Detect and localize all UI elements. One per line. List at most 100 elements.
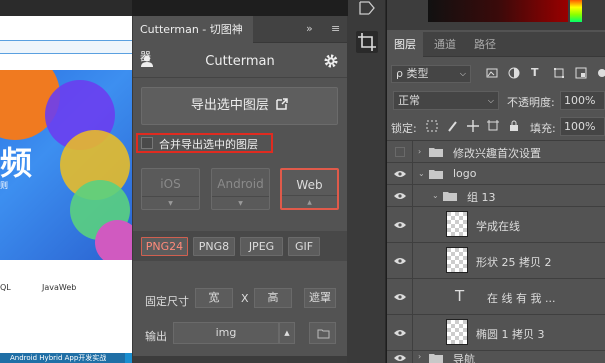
lock-brush-icon[interactable] <box>447 120 459 132</box>
layer-row[interactable]: T 在 线 有 我 ... <box>387 279 605 315</box>
clip-button[interactable]: 遮罩 <box>304 288 336 308</box>
folder-icon[interactable] <box>309 322 336 344</box>
color-field[interactable] <box>428 0 568 22</box>
fill-label: 填充: <box>530 122 556 135</box>
layer-name: 组 13 <box>467 191 496 204</box>
eye-icon[interactable] <box>394 293 406 301</box>
fill-field[interactable]: 100% <box>560 117 605 136</box>
format-jpeg[interactable]: JPEG <box>240 237 283 256</box>
visibility-toggle[interactable] <box>387 163 413 184</box>
format-gif[interactable]: GIF <box>288 237 320 256</box>
cutterman-tab[interactable]: Cutterman - 切图神器 <box>133 16 253 63</box>
nav-link[interactable]: QL <box>0 283 11 292</box>
layer-row[interactable]: ⌄ 组 13 <box>387 185 605 207</box>
visibility-toggle[interactable] <box>387 351 413 363</box>
layer-row[interactable]: 椭圆 1 拷贝 3 <box>387 315 605 351</box>
filter-smart-object-icon[interactable] <box>575 67 587 79</box>
layer-filter-select[interactable]: ρ 类型 ⌵ <box>391 65 471 83</box>
format-png8[interactable]: PNG8 <box>193 237 235 256</box>
filter-adjustment-icon[interactable] <box>508 67 520 79</box>
tab-paths[interactable]: 路径 <box>467 32 503 57</box>
lock-artboard-icon[interactable] <box>487 120 499 132</box>
output-label: 输出 <box>145 330 167 343</box>
opacity-label: 不透明度: <box>507 96 555 109</box>
tab-channels[interactable]: 通道 <box>427 32 463 57</box>
hidden-visibility-box[interactable] <box>395 147 405 157</box>
layer-row[interactable]: › 导航 <box>387 351 605 363</box>
chevron-right-icon[interactable]: › <box>418 147 421 156</box>
filter-pixel-icon[interactable] <box>486 67 498 79</box>
format-png24[interactable]: PNG24 <box>141 237 188 256</box>
blend-mode-select[interactable]: 正常 ⌵ <box>393 91 499 110</box>
layer-row[interactable]: ⌄ logo <box>387 163 605 185</box>
web-selection-row <box>0 40 132 54</box>
text-layer-icon: T <box>455 287 465 305</box>
chevron-down-icon: ⌵ <box>487 96 494 105</box>
banner-blob <box>95 220 132 260</box>
visibility-toggle[interactable] <box>387 243 413 278</box>
panel-bottom-bar <box>133 356 347 363</box>
layer-name: 椭圆 1 拷贝 3 <box>476 328 545 341</box>
platform-label: iOS <box>160 177 181 191</box>
filter-type-icon[interactable]: T <box>531 67 543 79</box>
nav-link[interactable]: JavaWeb <box>42 283 76 292</box>
layer-name: 修改兴趣首次设置 <box>453 147 541 160</box>
export-selected-button[interactable]: 导出选中图层 <box>141 87 338 125</box>
layer-thumbnail <box>446 319 468 345</box>
opacity-field[interactable]: 100% <box>560 91 605 110</box>
width-field[interactable]: 宽 <box>195 288 233 308</box>
platform-android[interactable]: Android ▼ <box>211 168 270 210</box>
folder-icon <box>429 354 443 363</box>
output-folder-field[interactable]: img <box>173 322 279 344</box>
chevron-down-icon[interactable]: ⌄ <box>432 191 439 200</box>
layer-row[interactable]: 形状 25 拷贝 2 <box>387 243 605 279</box>
banner-subtext: 则 <box>0 181 8 190</box>
output-dropdown-icon[interactable]: ▲ <box>279 322 295 344</box>
panel-menu-icon[interactable]: ≡ <box>331 22 340 35</box>
filter-value: ρ 类型 <box>396 67 429 80</box>
height-field[interactable]: 高 <box>254 288 292 308</box>
platform-web[interactable]: Web ▲ <box>280 168 339 210</box>
folder-icon <box>443 192 457 201</box>
folder-icon <box>429 148 443 157</box>
eye-icon[interactable] <box>394 170 406 178</box>
layer-name: 导航 <box>453 353 475 363</box>
eye-icon[interactable] <box>394 257 406 265</box>
hue-slider[interactable] <box>570 0 582 22</box>
chevron-up-icon[interactable]: ▲ <box>282 195 337 208</box>
crop-tool-icon[interactable] <box>356 31 378 53</box>
gear-icon[interactable] <box>324 54 338 68</box>
layer-row[interactable]: 学成在线 <box>387 207 605 243</box>
web-bottom-text: Android Hybrid App开发实战 <box>10 354 107 362</box>
lock-position-icon[interactable] <box>467 120 479 132</box>
cutterman-panel: Cutterman - 切图神器 » ≡ Cutterman 导出选中图层 合并… <box>132 16 348 363</box>
visibility-toggle[interactable] <box>387 207 413 242</box>
eye-icon[interactable] <box>394 221 406 229</box>
layer-thumbnail <box>446 247 468 273</box>
merge-export-checkbox[interactable] <box>141 137 153 149</box>
chevron-right-icon[interactable]: › <box>418 352 421 361</box>
layer-name: 在 线 有 我 ... <box>487 292 556 305</box>
filter-shape-icon[interactable] <box>553 67 565 79</box>
visibility-toggle[interactable] <box>387 315 413 350</box>
eye-icon[interactable] <box>394 329 406 337</box>
lock-label: 锁定: <box>391 122 417 135</box>
eye-icon[interactable] <box>394 192 406 200</box>
visibility-toggle[interactable] <box>387 141 413 162</box>
filter-toggle-icon[interactable] <box>596 67 605 79</box>
chevron-down-icon[interactable]: ▼ <box>142 196 199 209</box>
tab-layers[interactable]: 图层 <box>387 32 423 57</box>
lock-transparent-icon[interactable] <box>426 120 438 132</box>
slice-tool-icon[interactable] <box>357 0 377 18</box>
platform-ios[interactable]: iOS ▼ <box>141 168 200 210</box>
eye-icon[interactable] <box>394 354 406 362</box>
chevron-down-icon[interactable]: ▼ <box>212 196 269 209</box>
layer-thumbnail <box>446 211 468 237</box>
lock-all-icon[interactable] <box>508 120 520 132</box>
chevron-down-icon[interactable]: ⌄ <box>418 169 425 178</box>
merge-export-label[interactable]: 合并导出选中的图层 <box>159 136 258 152</box>
collapse-icon[interactable]: » <box>306 22 313 35</box>
visibility-toggle[interactable] <box>387 279 413 314</box>
layer-row[interactable]: › 修改兴趣首次设置 <box>387 141 605 163</box>
visibility-toggle[interactable] <box>387 185 413 206</box>
